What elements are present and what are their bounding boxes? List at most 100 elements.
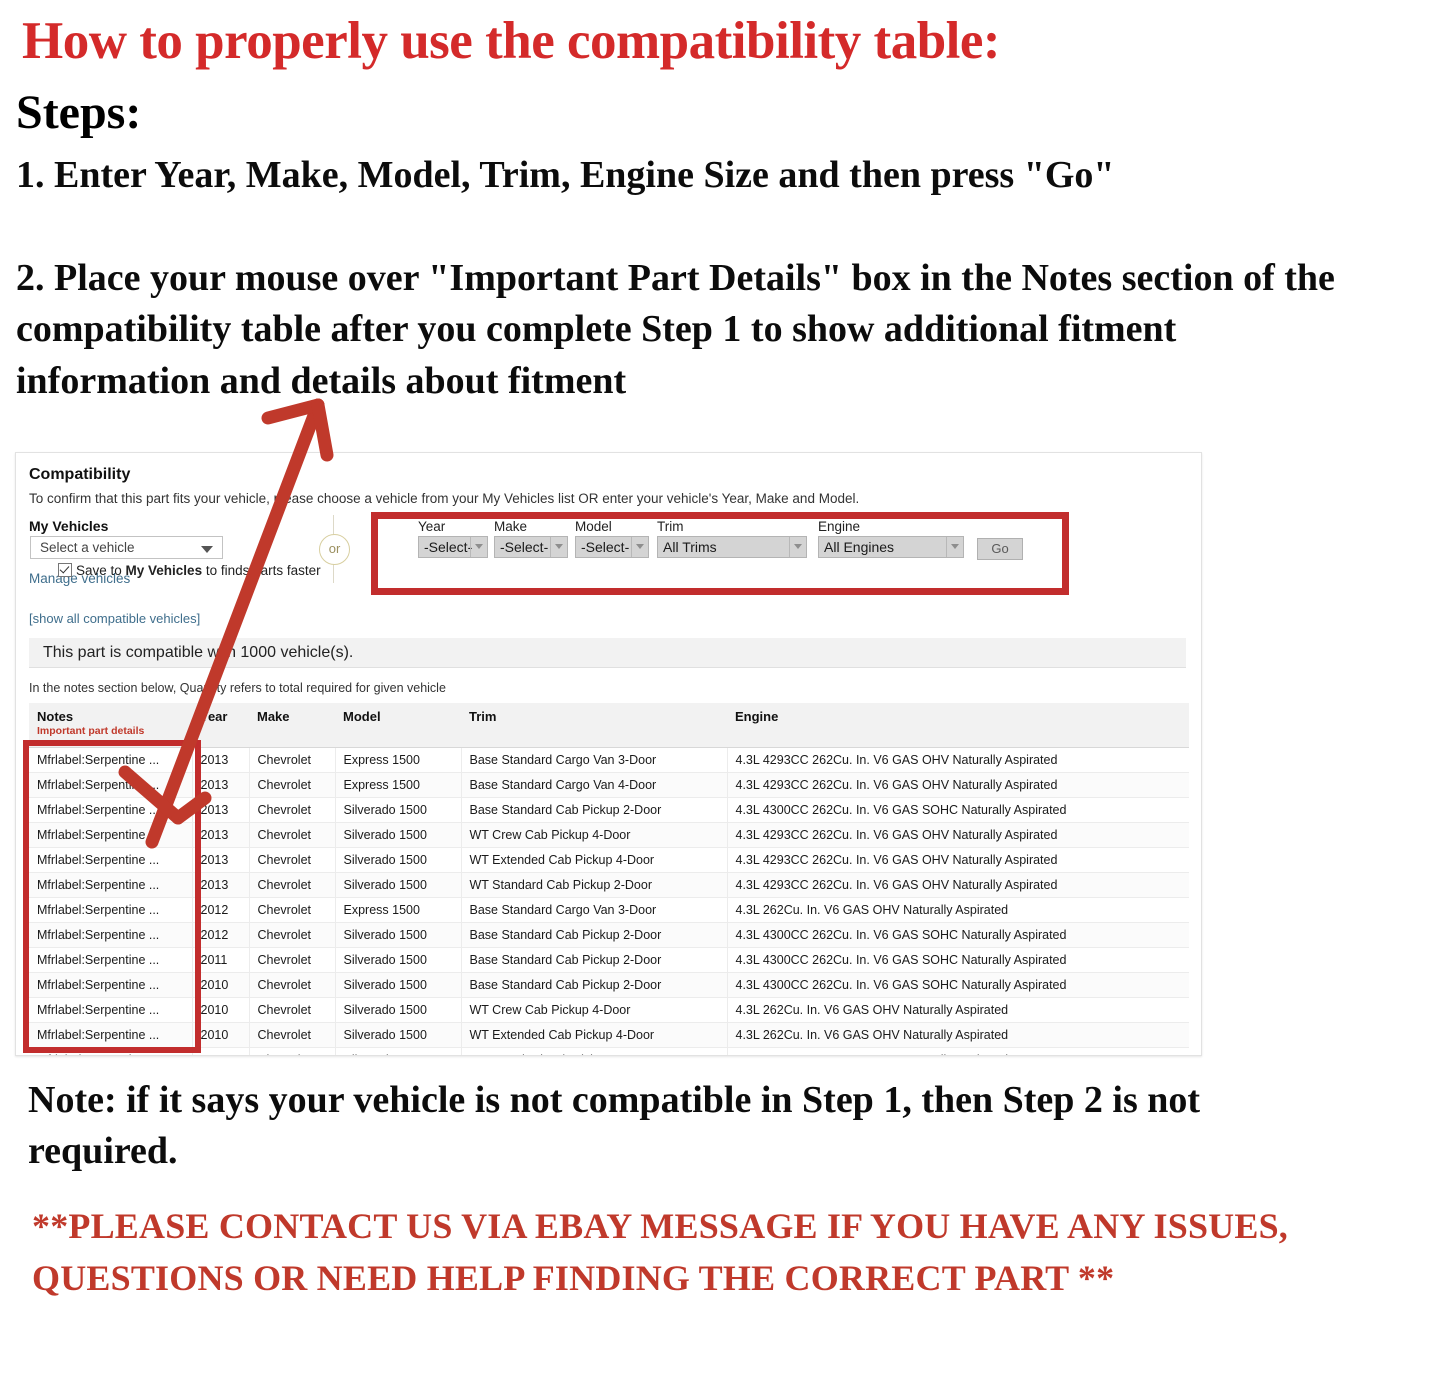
cell-notes[interactable]: Mfrlabel:Serpentine ... (29, 772, 193, 798)
cell-trim: WT Crew Cab Pickup 4-Door (461, 822, 728, 848)
cell-engine: 4.3L 4293CC 262Cu. In. V6 GAS OHV Natura… (727, 872, 1189, 898)
cell-model: Silverado 1500 (335, 1047, 462, 1055)
cell-model: Silverado 1500 (335, 847, 462, 873)
cell-notes[interactable]: Mfrlabel:Serpentine ... (29, 997, 193, 1023)
cell-notes[interactable]: Mfrlabel:Serpentine ... (29, 897, 193, 923)
cell-make: Chevrolet (249, 872, 336, 898)
cell-make: Chevrolet (249, 797, 336, 823)
cell-trim: WT Extended Cab Pickup 4-Door (461, 847, 728, 873)
cell-year: 2013 (192, 847, 250, 873)
cell-notes[interactable]: Mfrlabel:Serpentine ... (29, 747, 193, 773)
cell-make: Chevrolet (249, 747, 336, 773)
cell-make: Chevrolet (249, 772, 336, 798)
cell-engine: 4.3L 4300CC 262Cu. In. V6 GAS SOHC Natur… (727, 797, 1189, 823)
arrow-head-upper-right (311, 398, 334, 462)
column-header-make: Make (249, 703, 335, 748)
cell-trim: Base Standard Cab Pickup 2-Door (461, 797, 728, 823)
step-1-text: 1. Enter Year, Make, Model, Trim, Engine… (16, 154, 1115, 196)
cell-trim: Base Standard Cargo Van 3-Door (461, 897, 728, 923)
cell-notes[interactable]: Mfrlabel:Serpentine ... (29, 922, 193, 948)
column-header-trim: Trim (461, 703, 727, 748)
table-row: Mfrlabel:Serpentine ... 2012 Chevrolet Expr… (29, 897, 1189, 923)
cell-model: Express 1500 (335, 747, 462, 773)
cell-year: 2010 (192, 1022, 250, 1048)
compatibility-status-banner: This part is compatible with 1000 vehicl… (29, 638, 1186, 668)
table-row: Mfrlabel:Serpentine ... 2013 Chevrolet Silv… (29, 872, 1189, 898)
cell-notes[interactable]: Mfrlabel:Serpentine ... (29, 847, 193, 873)
cell-make: Chevrolet (249, 972, 336, 998)
save-to-my-vehicles-checkbox[interactable] (58, 563, 72, 577)
note-text: Note: if it says your vehicle is not com… (28, 1079, 1201, 1173)
cell-notes[interactable]: Mfrlabel:Serpentine ... (29, 1022, 193, 1048)
cell-model: Express 1500 (335, 897, 462, 923)
cell-engine: 4.3L 262Cu. In. V6 GAS OHV Naturally Asp… (727, 897, 1189, 923)
table-row: Mfrlabel:Serpentine ... 2013 Chevrolet Silv… (29, 822, 1189, 848)
cell-notes[interactable]: Mfrlabel:Serpentine ... (29, 872, 193, 898)
table-row: Mfrlabel:Serpentine ... 2013 Chevrolet Silv… (29, 797, 1189, 823)
cell-year: 2010 (192, 1047, 250, 1055)
step-2-text: 2. Place your mouse over "Important Part… (16, 257, 1335, 402)
cell-make: Chevrolet (249, 997, 336, 1023)
cell-make: Chevrolet (249, 922, 336, 948)
compatibility-panel: Compatibility To confirm that this part … (15, 452, 1202, 1056)
cell-make: Chevrolet (249, 822, 336, 848)
cell-make: Chevrolet (249, 897, 336, 923)
cell-make: Chevrolet (249, 847, 336, 873)
cell-year: 2013 (192, 872, 250, 898)
cell-model: Silverado 1500 (335, 797, 462, 823)
save-suffix-text: to finds parts faster (202, 563, 321, 578)
cell-engine: 4.3L 262Cu. In. V6 GAS OHV Naturally Asp… (727, 1047, 1189, 1055)
cell-notes[interactable]: Mfrlabel:Serpentine ... (29, 972, 193, 998)
cell-engine: 4.3L 262Cu. In. V6 GAS OHV Naturally Asp… (727, 997, 1189, 1023)
cell-model: Silverado 1500 (335, 997, 462, 1023)
page-title: How to properly use the compatibility ta… (22, 12, 1001, 70)
cell-model: Silverado 1500 (335, 972, 462, 998)
cell-make: Chevrolet (249, 947, 336, 973)
column-header-notes: Notes Important part details (29, 703, 192, 748)
highlight-box-vehicle-finder (371, 512, 1069, 595)
cell-engine: 4.3L 4293CC 262Cu. In. V6 GAS OHV Natura… (727, 747, 1189, 773)
cell-trim: WT Standard Cab Pickup 2-Door (461, 1047, 728, 1055)
cell-notes[interactable]: Mfrlabel:Serpentine ... (29, 1047, 193, 1055)
cell-engine: 4.3L 4293CC 262Cu. In. V6 GAS OHV Natura… (727, 822, 1189, 848)
quantity-note: In the notes section below, Quantity ref… (29, 681, 446, 695)
column-header-year: Year (192, 703, 249, 748)
important-part-details-label: Important part details (37, 725, 145, 737)
compatibility-subtitle: To confirm that this part fits your vehi… (29, 491, 860, 506)
cell-year: 2013 (192, 822, 250, 848)
fitment-table-header-row: Notes Important part details Year Make M… (29, 703, 1189, 748)
column-header-model: Model (335, 703, 461, 748)
cell-trim: Base Standard Cab Pickup 2-Door (461, 972, 728, 998)
or-divider-label: or (319, 534, 350, 565)
fitment-table-body: Mfrlabel:Serpentine ... 2013 Chevrolet Expr… (29, 747, 1189, 1055)
vehicle-select[interactable]: Select a vehicle (30, 536, 223, 559)
column-header-notes-label: Notes (37, 709, 74, 724)
cell-engine: 4.3L 4300CC 262Cu. In. V6 GAS SOHC Natur… (727, 922, 1189, 948)
table-row: Mfrlabel:Serpentine ... 2011 Chevrolet Silv… (29, 947, 1189, 973)
cell-engine: 4.3L 4300CC 262Cu. In. V6 GAS SOHC Natur… (727, 947, 1189, 973)
cell-engine: 4.3L 4300CC 262Cu. In. V6 GAS SOHC Natur… (727, 972, 1189, 998)
cell-trim: Base Standard Cargo Van 4-Door (461, 772, 728, 798)
cell-model: Silverado 1500 (335, 822, 462, 848)
cell-notes[interactable]: Mfrlabel:Serpentine ... (29, 822, 193, 848)
table-row: Mfrlabel:Serpentine ...2010ChevroletSilv… (29, 972, 1189, 998)
save-to-my-vehicles-row[interactable]: Save to My Vehicles to finds parts faste… (58, 561, 321, 578)
fitment-table: Notes Important part details Year Make M… (29, 703, 1189, 1055)
cell-trim: WT Crew Cab Pickup 4-Door (461, 997, 728, 1023)
cell-notes[interactable]: Mfrlabel:Serpentine ... (29, 797, 193, 823)
cell-trim: WT Standard Cab Pickup 2-Door (461, 872, 728, 898)
vehicle-select-value: Select a vehicle (40, 540, 135, 555)
table-row: Mfrlabel:Serpentine ... 2013 Chevrolet Expr… (29, 747, 1189, 773)
cell-year: 2010 (192, 972, 250, 998)
show-all-compatible-vehicles-link[interactable]: [show all compatible vehicles] (29, 611, 200, 626)
my-vehicles-label: My Vehicles (29, 518, 109, 534)
cell-model: Express 1500 (335, 772, 462, 798)
table-row: Mfrlabel:Serpentine ...2010ChevroletSilv… (29, 997, 1189, 1023)
cell-year: 2013 (192, 797, 250, 823)
cell-model: Silverado 1500 (335, 872, 462, 898)
cell-trim: Base Standard Cab Pickup 2-Door (461, 947, 728, 973)
save-bold-text: My Vehicles (125, 563, 203, 578)
cell-engine: 4.3L 4293CC 262Cu. In. V6 GAS OHV Natura… (727, 847, 1189, 873)
cell-notes[interactable]: Mfrlabel:Serpentine ... (29, 947, 193, 973)
chevron-down-icon (201, 546, 213, 553)
